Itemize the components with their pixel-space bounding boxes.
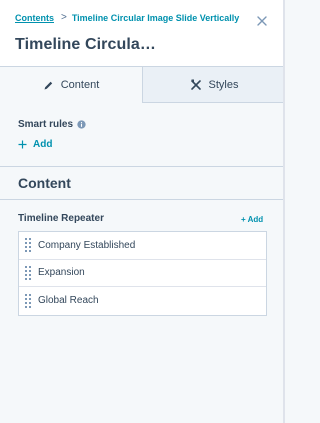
breadcrumb-separator: > [61, 12, 67, 23]
module-editor-panel: Contents > Timeline Circular Image Slide… [0, 0, 285, 423]
plus-icon [18, 140, 27, 149]
repeater-list: Company Established Expansion Global Rea… [18, 231, 267, 316]
panel-header: Contents > Timeline Circular Image Slide… [0, 0, 285, 66]
tab-content[interactable]: Content [0, 66, 143, 103]
list-item-label: Global Reach [38, 295, 99, 307]
tab-content-label: Content [60, 79, 100, 91]
page-title: Timeline Circula… [15, 36, 157, 53]
breadcrumb: Contents > Timeline Circular Image Slide… [15, 12, 239, 23]
list-item-label: Company Established [38, 239, 136, 251]
smart-rules-label: Smart rules [18, 119, 74, 130]
divider [0, 166, 285, 167]
list-item[interactable]: Global Reach [19, 287, 266, 315]
panel-edge [283, 0, 285, 423]
close-icon[interactable] [256, 15, 268, 27]
drag-handle-icon[interactable] [19, 287, 37, 314]
add-smart-rule-label: Add [33, 139, 53, 150]
divider [0, 199, 285, 200]
tab-bar: Content Styles [0, 66, 285, 103]
add-smart-rule-button[interactable]: Add [18, 139, 52, 150]
list-item-label: Expansion [38, 267, 85, 279]
smart-rules-heading: Smart rules [18, 119, 86, 130]
styles-icon [190, 79, 201, 90]
tab-styles[interactable]: Styles [143, 66, 285, 103]
breadcrumb-current: Timeline Circular Image Slide Vertically [71, 12, 240, 23]
info-icon[interactable] [77, 120, 86, 129]
pencil-icon [44, 81, 52, 89]
drag-handle-icon[interactable] [19, 232, 37, 259]
list-item[interactable]: Company Established [19, 232, 266, 260]
repeater-label: Timeline Repeater [18, 213, 104, 224]
repeater-add-button[interactable]: + Add [241, 215, 263, 224]
list-item[interactable]: Expansion [19, 259, 266, 287]
drag-handle-icon[interactable] [19, 259, 37, 286]
section-title: Content [18, 175, 71, 191]
tab-styles-label: Styles [208, 78, 239, 91]
breadcrumb-link-contents[interactable]: Contents [15, 13, 54, 23]
